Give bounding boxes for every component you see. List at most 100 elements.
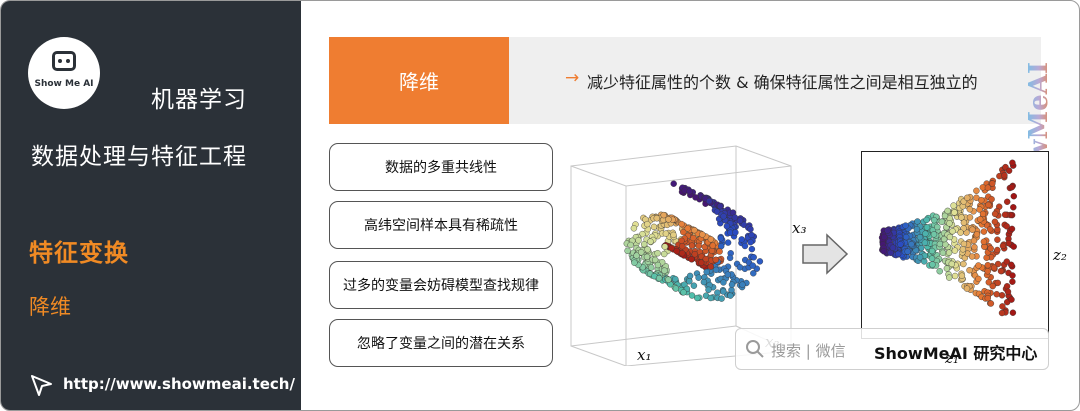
roll-point — [718, 295, 725, 302]
flat-point — [928, 247, 936, 255]
flat-point — [951, 247, 959, 254]
roll-point — [705, 286, 712, 294]
flat-point — [997, 267, 1005, 275]
flat-point — [1010, 243, 1017, 250]
flat-point — [1001, 172, 1008, 179]
flat-point — [993, 290, 1000, 298]
flat-point — [944, 207, 951, 215]
flat-point — [923, 216, 930, 224]
roll-point — [624, 247, 631, 255]
robot-icon — [52, 51, 76, 71]
roll-point — [644, 246, 651, 253]
flat-point — [960, 240, 968, 248]
axis-label-z2: z₂ — [1053, 246, 1067, 264]
roll-point — [688, 242, 696, 249]
flat-point — [945, 249, 953, 256]
flat-point — [975, 262, 982, 269]
roll-point — [661, 267, 668, 274]
roll-point — [739, 281, 746, 288]
roll-point — [660, 250, 668, 258]
roll-point — [720, 213, 727, 220]
flat-point — [986, 226, 994, 233]
flat-point — [984, 294, 992, 302]
flat-point — [908, 240, 915, 248]
flat-point — [969, 226, 976, 233]
roll-point — [655, 274, 663, 282]
pill-too-many-variables: 过多的变量会妨碍模型查找规律 — [329, 261, 553, 309]
flat-point — [904, 248, 911, 255]
pill-sparsity: 高纬空间样本具有稀疏性 — [329, 201, 553, 249]
roll-point — [672, 285, 680, 292]
roll-point — [716, 248, 723, 255]
roll-point — [707, 236, 715, 243]
roll-point — [716, 202, 724, 210]
flat-point — [938, 218, 946, 226]
flat-point — [959, 246, 967, 253]
flat-point — [922, 230, 929, 237]
flat-point — [979, 210, 987, 218]
website-link[interactable]: http://www.showmeai.tech/ — [63, 375, 295, 393]
flat-point — [913, 226, 921, 233]
flat-point — [989, 282, 996, 290]
flat-point — [928, 255, 936, 262]
flat-point — [991, 218, 999, 226]
roll-point — [660, 211, 667, 219]
roll-point — [727, 292, 734, 299]
flat-point — [921, 239, 929, 246]
roll-point — [637, 249, 645, 256]
roll-point — [688, 255, 695, 263]
flat-point — [943, 265, 951, 272]
section-title: 特征变换 — [29, 239, 129, 267]
flat-point — [916, 233, 924, 241]
roll-point — [750, 254, 757, 261]
flat-point — [998, 309, 1006, 317]
flat-point — [916, 254, 924, 261]
roll-point — [700, 278, 708, 286]
roll-point — [688, 292, 696, 299]
flat-point — [889, 244, 897, 251]
flat-point — [1005, 167, 1013, 174]
header-description: 减少特征属性的个数 & 确保特征属性之间是相互独立的 — [587, 73, 978, 92]
flat-point — [948, 260, 956, 268]
flat-point — [990, 264, 998, 271]
unrolled-2d-plot — [861, 151, 1049, 339]
flat-point — [936, 240, 944, 248]
roll-point — [670, 180, 677, 187]
flat-point — [984, 268, 991, 275]
flat-point — [991, 210, 999, 218]
pill-latent-relations: 忽略了变量之间的潜在关系 — [329, 319, 553, 367]
roll-point — [678, 220, 685, 228]
flat-point — [942, 241, 949, 248]
flat-point — [1003, 198, 1011, 205]
roll-point — [726, 254, 734, 262]
flat-point — [994, 246, 1001, 254]
roll-point — [748, 245, 756, 253]
roll-point — [724, 239, 732, 246]
flat-point — [884, 227, 891, 234]
roll-point — [678, 249, 686, 257]
axis-label-x1: x₁ — [637, 346, 652, 364]
header-band: 降维 → 减少特征属性的个数 & 确保特征属性之间是相互独立的 — [329, 37, 1041, 124]
flat-point — [999, 242, 1007, 250]
flat-point — [946, 220, 953, 227]
flat-point — [988, 196, 995, 203]
flat-point — [973, 187, 980, 194]
roll-point — [673, 247, 680, 255]
roll-point — [661, 243, 669, 250]
flat-point — [966, 206, 974, 213]
roll-point — [695, 242, 703, 250]
flat-point — [946, 233, 954, 241]
roll-point — [665, 216, 672, 223]
flat-point — [895, 250, 902, 258]
flat-point — [1009, 159, 1016, 167]
roll-point — [672, 275, 679, 283]
flat-point — [971, 243, 978, 251]
transform-arrow-icon — [802, 233, 849, 275]
roll-point — [686, 188, 693, 195]
flat-point — [968, 253, 976, 260]
roll-point — [631, 259, 638, 266]
roll-point — [717, 242, 725, 250]
flat-point — [966, 266, 973, 274]
flat-point — [980, 228, 988, 235]
roll-point — [707, 294, 714, 302]
